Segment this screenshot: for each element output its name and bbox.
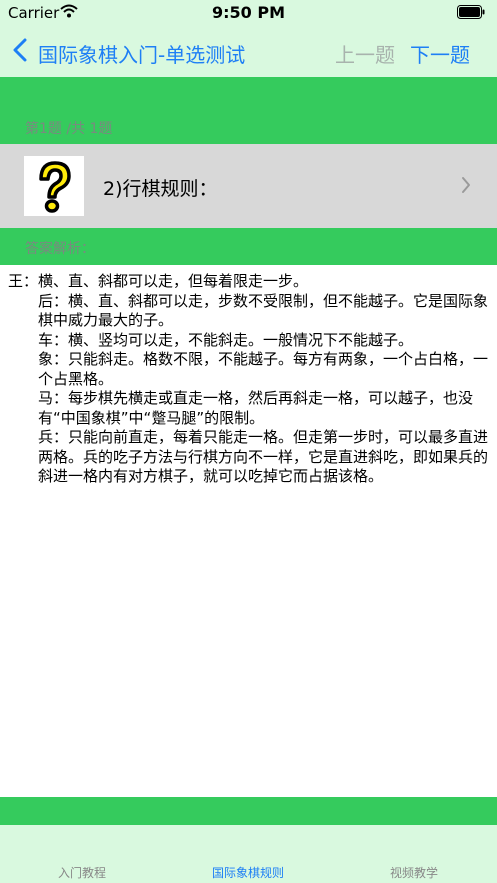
answer-paragraph-rook: 车：横、竖均可以走，不能斜走。一般情况下不能越子。 — [38, 330, 414, 349]
status-time: 9:50 PM — [211, 3, 285, 22]
answer-paragraph-pawn: 兵：只能向前直走，每着只能走一格。但走第一步时，可以最多直进两格。兵的吃子方法与… — [38, 428, 489, 485]
tab-chess-rules[interactable]: 国际象棋规则 — [188, 864, 308, 881]
tab-video-lessons[interactable]: 视频教学 — [354, 864, 474, 881]
question-text: 2)行棋规则： — [103, 178, 218, 200]
navigation-bar: 国际象棋入门-单选测试 上一题 下一题 — [0, 26, 497, 77]
next-question-button[interactable]: 下一题 — [410, 39, 470, 68]
answer-explanation: 王：横、直、斜都可以走，但每着限走一步。 后：横、直、斜都可以走，步数不受限制，… — [8, 272, 490, 487]
bottom-band — [0, 797, 497, 825]
chevron-right-icon — [461, 176, 471, 198]
answer-paragraph-queen: 后：横、直、斜都可以走，步数不受限制，但不能越子。它是国际象棋中威力最大的子。 — [38, 291, 489, 330]
status-bar: Carrier 9:50 PM — [0, 0, 497, 26]
back-chevron-icon[interactable] — [12, 38, 28, 66]
answer-paragraph-king: 王：横、直、斜都可以走，但每着限走一步。 — [8, 272, 309, 290]
battery-icon — [457, 5, 485, 23]
previous-question-button[interactable]: 上一题 — [335, 39, 395, 68]
back-button-title[interactable]: 国际象棋入门-单选测试 — [38, 39, 245, 68]
tab-beginner-tutorial[interactable]: 入门教程 — [22, 864, 142, 881]
answer-paragraph-bishop: 象：只能斜走。格数不限，不能越子。每方有两象，一个占白格，一个占黑格。 — [38, 350, 489, 388]
question-mark-icon — [24, 156, 84, 216]
question-progress: 第1题 /共 1题 — [25, 121, 113, 137]
answer-paragraph-knight: 马：每步棋先横走或直走一格，然后再斜走一格，可以越子，也没有“中国象棋”中“蹩马… — [38, 389, 474, 427]
answer-analysis-label: 答案解析： — [25, 241, 95, 257]
